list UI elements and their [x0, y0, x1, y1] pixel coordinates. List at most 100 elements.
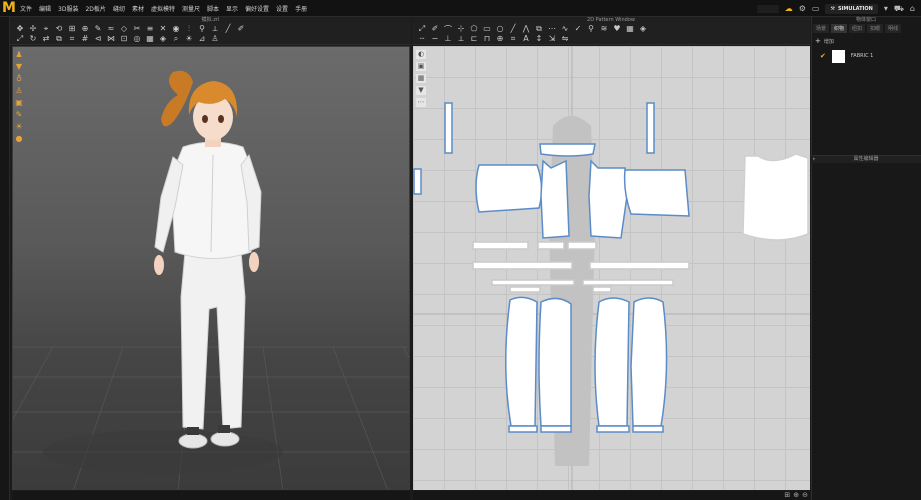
snap-icon[interactable]: ⋈ — [107, 34, 115, 44]
puckering-icon[interactable]: ∽ — [431, 34, 439, 44]
strip-piece-6[interactable] — [509, 286, 541, 293]
cart-icon[interactable]: ⛟ — [894, 4, 904, 14]
menu-sewing[interactable]: 缝纫 — [113, 4, 125, 13]
settings-icon[interactable]: ⚙ — [799, 4, 806, 13]
app-logo-icon[interactable]: M — [2, 1, 16, 16]
avatar-icon[interactable]: ♟ — [13, 50, 25, 59]
menu-avatar[interactable]: 虚拟模特 — [151, 4, 175, 13]
strip-piece-2[interactable] — [537, 241, 565, 250]
menu-3d-garment[interactable]: 3D服装 — [58, 4, 78, 13]
waistband-right[interactable] — [589, 261, 690, 270]
zoom-in-icon[interactable]: ⊕ — [793, 491, 799, 499]
front-right-piece[interactable] — [588, 159, 628, 239]
tack-icon[interactable]: ⚲ — [198, 24, 206, 34]
pants-back-left[interactable] — [538, 297, 572, 427]
zoom-2d-icon[interactable]: ⊕ — [496, 34, 504, 44]
topstitch-icon[interactable]: ┄ — [418, 34, 426, 44]
hanger-icon[interactable]: ♁ — [13, 74, 25, 83]
move-icon[interactable]: ✢ — [29, 24, 37, 34]
tab-topstitch[interactable]: 明线 — [885, 24, 902, 33]
hem-piece-2[interactable] — [540, 425, 572, 433]
menu-script[interactable]: 脚本 — [207, 4, 219, 13]
pattern-canvas[interactable] — [413, 46, 810, 490]
strip-piece-1[interactable] — [472, 241, 529, 250]
simulation-button[interactable]: ⚒ SIMULATION — [825, 3, 878, 14]
waistband-left[interactable] — [472, 261, 573, 270]
lock-icon[interactable]: ⊡ — [120, 34, 128, 44]
shrink-icon[interactable]: ⇲ — [548, 34, 556, 44]
left-sleeve-piece[interactable] — [475, 164, 543, 213]
right-cuff-piece[interactable] — [646, 102, 655, 154]
pin-icon[interactable]: ⌖ — [42, 24, 50, 34]
fold-icon[interactable]: ⟲ — [55, 24, 63, 34]
texture-icon[interactable]: ▦ — [146, 34, 154, 44]
camera-icon[interactable]: ⌕ — [172, 34, 180, 44]
layout-icon[interactable]: ▭ — [812, 4, 820, 13]
tape-icon[interactable]: ⊞ — [68, 24, 76, 34]
pattern-grid-icon[interactable]: ▦ — [416, 74, 426, 83]
line-icon[interactable]: ╱ — [224, 24, 232, 34]
person-icon[interactable]: ♙ — [13, 86, 25, 95]
pants-back-right[interactable] — [630, 297, 668, 427]
menu-settings[interactable]: 设置 — [276, 4, 288, 13]
user-field[interactable] — [756, 4, 779, 13]
grid-icon[interactable]: # — [81, 34, 89, 44]
fit-view-icon[interactable]: ⊞ — [784, 491, 790, 499]
hem-piece-1[interactable] — [508, 425, 538, 433]
menu-measure[interactable]: 测量尺 — [182, 4, 200, 13]
mirror-icon[interactable]: ⧉ — [55, 34, 63, 44]
front-left-piece[interactable] — [540, 159, 570, 239]
measure-2d-icon[interactable]: ⌗ — [509, 34, 517, 44]
zoom-out-icon[interactable]: ⊖ — [802, 491, 808, 499]
right-sleeve-piece[interactable] — [623, 169, 690, 217]
pattern-sew-icon[interactable]: ⋯ — [416, 98, 426, 107]
seam-allowance-icon[interactable]: ⊏ — [470, 34, 478, 44]
tab-buttonhole[interactable]: 扣眼 — [867, 24, 884, 33]
menu-edit[interactable]: 编辑 — [39, 4, 51, 13]
pants-front-left[interactable] — [505, 296, 538, 427]
hem-piece-3[interactable] — [596, 425, 630, 433]
tab-scene[interactable]: 场景 — [813, 24, 830, 33]
grain-icon[interactable]: ↕ — [535, 34, 543, 44]
quality-icon[interactable]: ◈ — [159, 34, 167, 44]
fit-icon[interactable]: ⊿ — [198, 34, 206, 44]
visibility-icon[interactable]: ◎ — [133, 34, 141, 44]
avatar-display-icon[interactable]: ♙ — [211, 34, 219, 44]
menu-2d-pattern[interactable]: 2D板片 — [85, 4, 105, 13]
cut-icon[interactable]: ✂ — [133, 24, 141, 34]
collar-piece[interactable] — [539, 143, 596, 157]
fabric-list-item[interactable]: ✔ FABRIC 1 — [820, 49, 920, 63]
transform-icon[interactable]: ⤢ — [16, 34, 24, 44]
brush-icon[interactable]: ✎ — [94, 24, 102, 34]
menu-file[interactable]: 文件 — [20, 4, 32, 13]
annotation-icon[interactable]: A — [522, 34, 530, 44]
tab-fabric[interactable]: 织物 — [831, 24, 848, 33]
tab-button[interactable]: 纽扣 — [849, 24, 866, 33]
pattern-view-icon[interactable]: ◐ — [416, 50, 426, 59]
pattern-fabric-icon[interactable]: ▣ — [416, 62, 426, 71]
notch-icon[interactable]: ⊥ — [444, 34, 452, 44]
shirt-icon[interactable]: ▼ — [13, 62, 25, 71]
rotate-icon[interactable]: ↻ — [29, 34, 37, 44]
trim-icon[interactable]: ✕ — [159, 24, 167, 34]
tack-on-avatar-icon[interactable]: ⚲ — [587, 24, 595, 35]
texture-edit-icon[interactable]: ▦ — [626, 24, 634, 35]
light-icon[interactable]: ☀ — [185, 34, 193, 44]
hem-piece-4[interactable] — [632, 425, 664, 433]
pants-front-right[interactable] — [594, 297, 630, 427]
viewport3d-canvas[interactable] — [12, 46, 410, 490]
strip-piece-7[interactable] — [592, 286, 612, 293]
pen-icon[interactable]: ✎ — [13, 110, 25, 119]
measure-icon[interactable]: ⟂ — [211, 24, 219, 34]
sun-icon[interactable]: ☀ — [13, 122, 25, 131]
select-icon[interactable]: ✥ — [16, 24, 24, 34]
tag-icon[interactable]: ⊲ — [94, 34, 102, 44]
flip-icon[interactable]: ⇄ — [42, 34, 50, 44]
steam-icon[interactable]: ≈ — [107, 24, 115, 34]
add-fabric-button[interactable]: + 增加 — [815, 37, 834, 45]
strip-piece-5[interactable] — [582, 279, 674, 286]
graphic-icon[interactable]: ◈ — [639, 24, 647, 35]
small-cuff-piece[interactable] — [413, 168, 422, 195]
pleat-icon[interactable]: ≋ — [600, 24, 608, 35]
menu-display[interactable]: 显示 — [226, 4, 238, 13]
